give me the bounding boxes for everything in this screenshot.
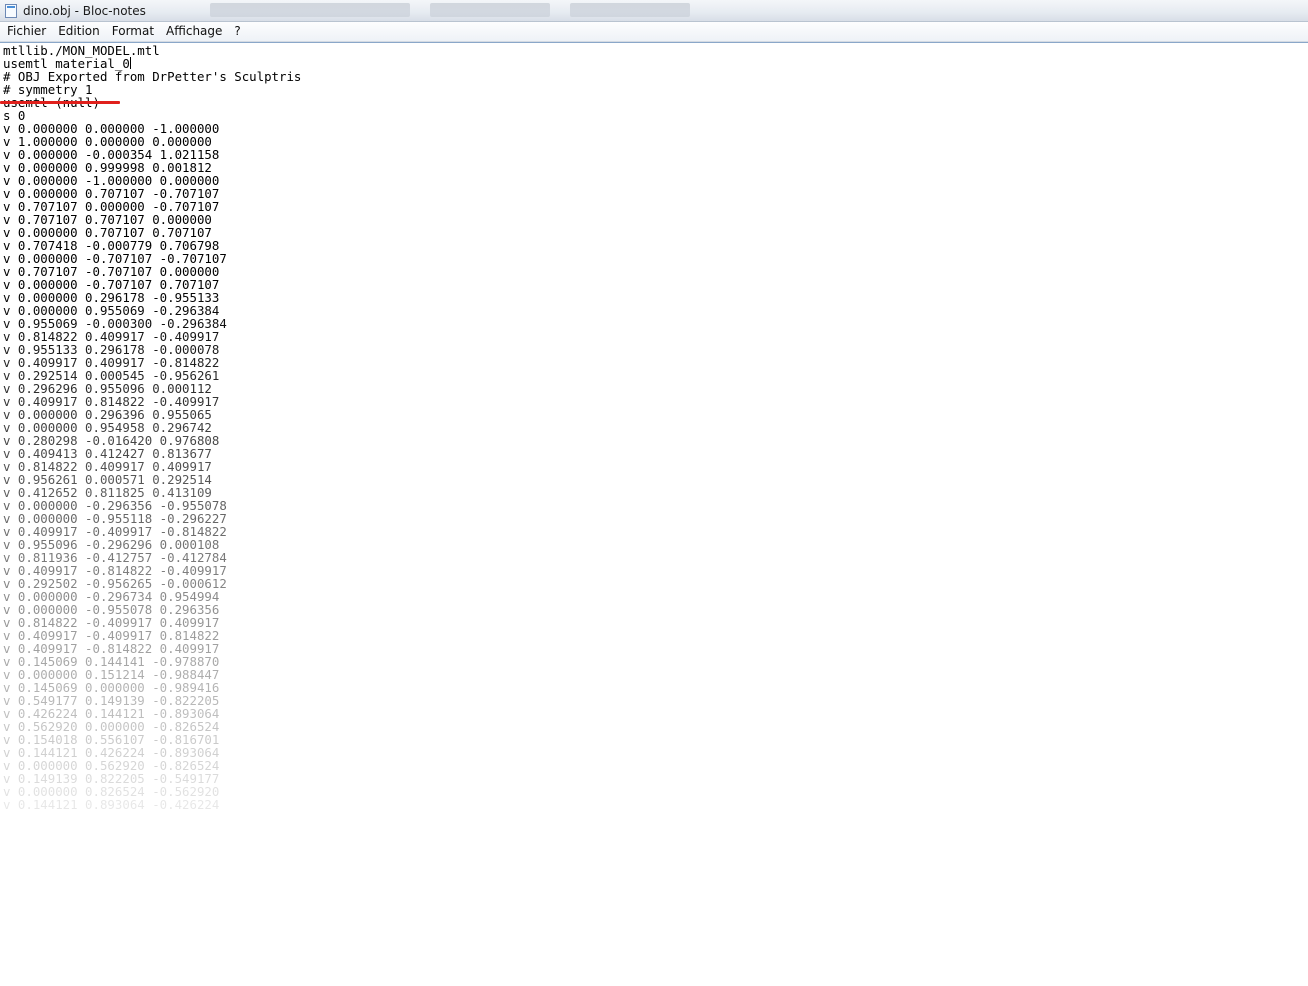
menu-fichier[interactable]: Fichier — [0, 22, 52, 41]
text-content[interactable]: mtllib./MON_MODEL.mtl usemtl material_0 # … — [3, 44, 301, 811]
blurred-background-bar — [570, 3, 690, 17]
menu-edition[interactable]: Edition — [52, 22, 106, 41]
menu-format[interactable]: Format — [106, 22, 160, 41]
title-bar[interactable]: dino.obj - Bloc-notes — [0, 0, 1308, 22]
text-line: v 0.144121 0.893064 -0.426224 — [3, 797, 220, 812]
notepad-icon[interactable] — [5, 3, 17, 18]
blurred-background-bar — [430, 3, 550, 17]
menu-bar: Fichier Edition Format Affichage ? — [0, 22, 1308, 42]
red-strikethrough-mark — [0, 101, 120, 104]
menu-affichage[interactable]: Affichage — [160, 22, 228, 41]
text-editor[interactable]: mtllib./MON_MODEL.mtl usemtl material_0 # … — [0, 42, 1308, 986]
blurred-background-bar — [210, 3, 410, 17]
menu-help[interactable]: ? — [228, 22, 246, 41]
window-title: dino.obj - Bloc-notes — [23, 3, 146, 18]
notepad-window: dino.obj - Bloc-notes Fichier Edition Fo… — [0, 0, 1308, 986]
text-caret — [129, 57, 131, 69]
